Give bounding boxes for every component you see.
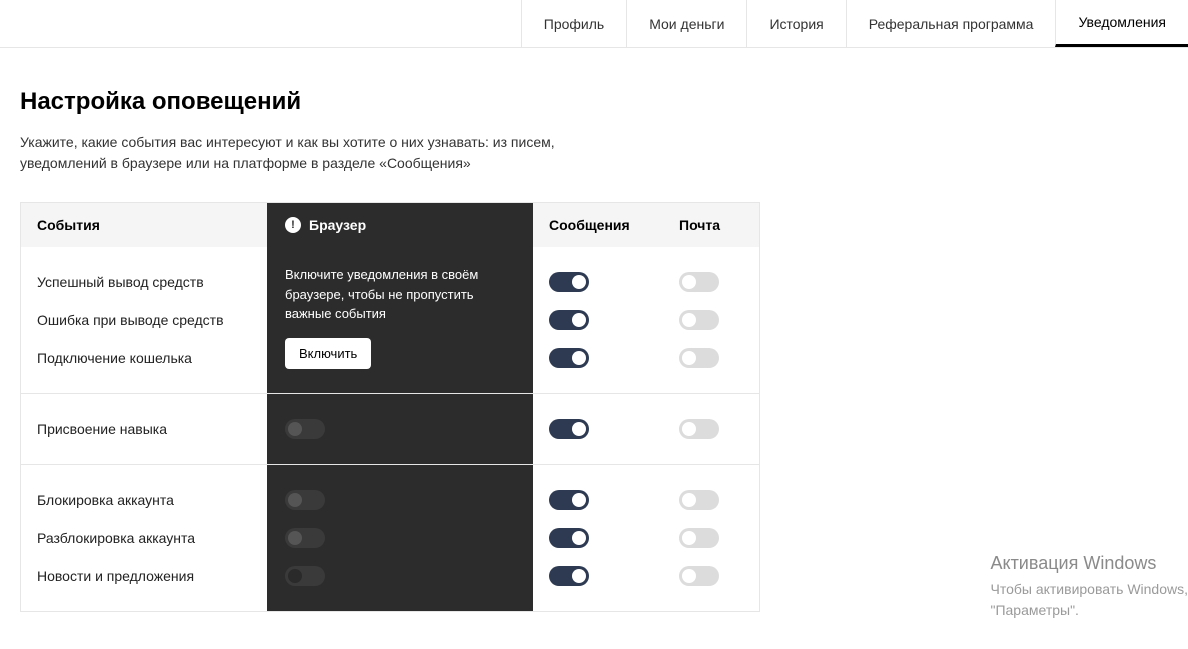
event-group: Успешный вывод средств Ошибка при выводе … — [21, 247, 759, 393]
col-mail: Почта — [663, 203, 759, 247]
toggle-knob — [682, 351, 696, 365]
tab-label: Уведомления — [1078, 14, 1166, 30]
mail-cell — [663, 272, 759, 292]
toggle[interactable] — [285, 490, 325, 510]
page-description: Укажите, какие события вас интересуют и … — [20, 132, 580, 174]
top-tabs: Профиль Мои деньги История Реферальная п… — [0, 0, 1188, 48]
toggle-knob — [682, 422, 696, 436]
toggle-knob — [572, 275, 586, 289]
event-label: Блокировка аккаунта — [21, 492, 267, 508]
messages-cell — [533, 490, 663, 510]
toggle-knob — [288, 493, 302, 507]
watermark-title: Активация Windows — [990, 550, 1188, 577]
table-row: Новости и предложения — [21, 557, 759, 595]
table-row: Присвоение навыка — [21, 410, 759, 448]
messages-cell — [533, 348, 663, 368]
toggle[interactable] — [549, 419, 589, 439]
toggle[interactable] — [285, 419, 325, 439]
tab-label: Реферальная программа — [869, 16, 1034, 32]
col-events: События — [21, 203, 267, 247]
toggle[interactable] — [549, 310, 589, 330]
tab-label: Профиль — [544, 16, 604, 32]
tab-label: История — [769, 16, 823, 32]
table-row: Подключение кошелька — [21, 339, 759, 377]
toggle[interactable] — [549, 528, 589, 548]
event-label: Новости и предложения — [21, 568, 267, 584]
toggle[interactable] — [549, 348, 589, 368]
toggle-knob — [682, 313, 696, 327]
mail-cell — [663, 419, 759, 439]
tab-label: Мои деньги — [649, 16, 724, 32]
event-group: Присвоение навыка — [21, 393, 759, 464]
toggle-knob — [682, 493, 696, 507]
toggle[interactable] — [549, 566, 589, 586]
toggle[interactable] — [679, 566, 719, 586]
toggle-knob — [682, 569, 696, 583]
mail-cell — [663, 348, 759, 368]
browser-cell — [267, 566, 533, 586]
mail-cell — [663, 310, 759, 330]
toggle[interactable] — [679, 490, 719, 510]
event-group: Блокировка аккаунта Разблокировка аккаунт… — [21, 464, 759, 611]
notification-table: События ! Браузер Сообщения Почта Включи… — [20, 202, 760, 612]
tab-history[interactable]: История — [746, 0, 845, 47]
browser-cell — [267, 528, 533, 548]
messages-cell — [533, 528, 663, 548]
toggle-knob — [288, 569, 302, 583]
browser-cell — [267, 419, 533, 439]
col-messages: Сообщения — [533, 203, 663, 247]
toggle-knob — [682, 275, 696, 289]
toggle[interactable] — [679, 310, 719, 330]
mail-cell — [663, 528, 759, 548]
toggle[interactable] — [679, 419, 719, 439]
tab-money[interactable]: Мои деньги — [626, 0, 746, 47]
tab-profile[interactable]: Профиль — [521, 0, 626, 47]
toggle[interactable] — [549, 490, 589, 510]
event-label: Присвоение навыка — [21, 421, 267, 437]
table-row: Разблокировка аккаунта — [21, 519, 759, 557]
tab-notifications[interactable]: Уведомления — [1055, 0, 1188, 47]
browser-cell — [267, 490, 533, 510]
toggle[interactable] — [549, 272, 589, 292]
col-browser: ! Браузер — [267, 203, 533, 247]
toggle-knob — [682, 531, 696, 545]
messages-cell — [533, 310, 663, 330]
toggle-knob — [288, 531, 302, 545]
mail-cell — [663, 490, 759, 510]
toggle-knob — [572, 422, 586, 436]
toggle-knob — [572, 569, 586, 583]
toggle-knob — [288, 422, 302, 436]
toggle[interactable] — [285, 528, 325, 548]
toggle[interactable] — [285, 566, 325, 586]
tab-referral[interactable]: Реферальная программа — [846, 0, 1056, 47]
toggle[interactable] — [679, 348, 719, 368]
event-label: Разблокировка аккаунта — [21, 530, 267, 546]
event-label: Ошибка при выводе средств — [21, 312, 267, 328]
col-browser-label: Браузер — [309, 217, 366, 233]
messages-cell — [533, 272, 663, 292]
messages-cell — [533, 566, 663, 586]
toggle-knob — [572, 531, 586, 545]
table-row: Блокировка аккаунта — [21, 481, 759, 519]
toggle-knob — [572, 493, 586, 507]
toggle-knob — [572, 313, 586, 327]
windows-activation-watermark: Активация Windows Чтобы активировать Win… — [990, 550, 1188, 621]
watermark-line: Чтобы активировать Windows, — [990, 579, 1188, 600]
table-row: Успешный вывод средств — [21, 263, 759, 301]
toggle-knob — [572, 351, 586, 365]
messages-cell — [533, 419, 663, 439]
toggle[interactable] — [679, 528, 719, 548]
toggle[interactable] — [679, 272, 719, 292]
info-icon: ! — [285, 217, 301, 233]
event-label: Успешный вывод средств — [21, 274, 267, 290]
mail-cell — [663, 566, 759, 586]
event-label: Подключение кошелька — [21, 350, 267, 366]
table-header: События ! Браузер Сообщения Почта — [21, 203, 759, 247]
watermark-line: "Параметры". — [990, 600, 1188, 621]
table-row: Ошибка при выводе средств — [21, 301, 759, 339]
page-title: Настройка оповещений — [20, 88, 740, 116]
